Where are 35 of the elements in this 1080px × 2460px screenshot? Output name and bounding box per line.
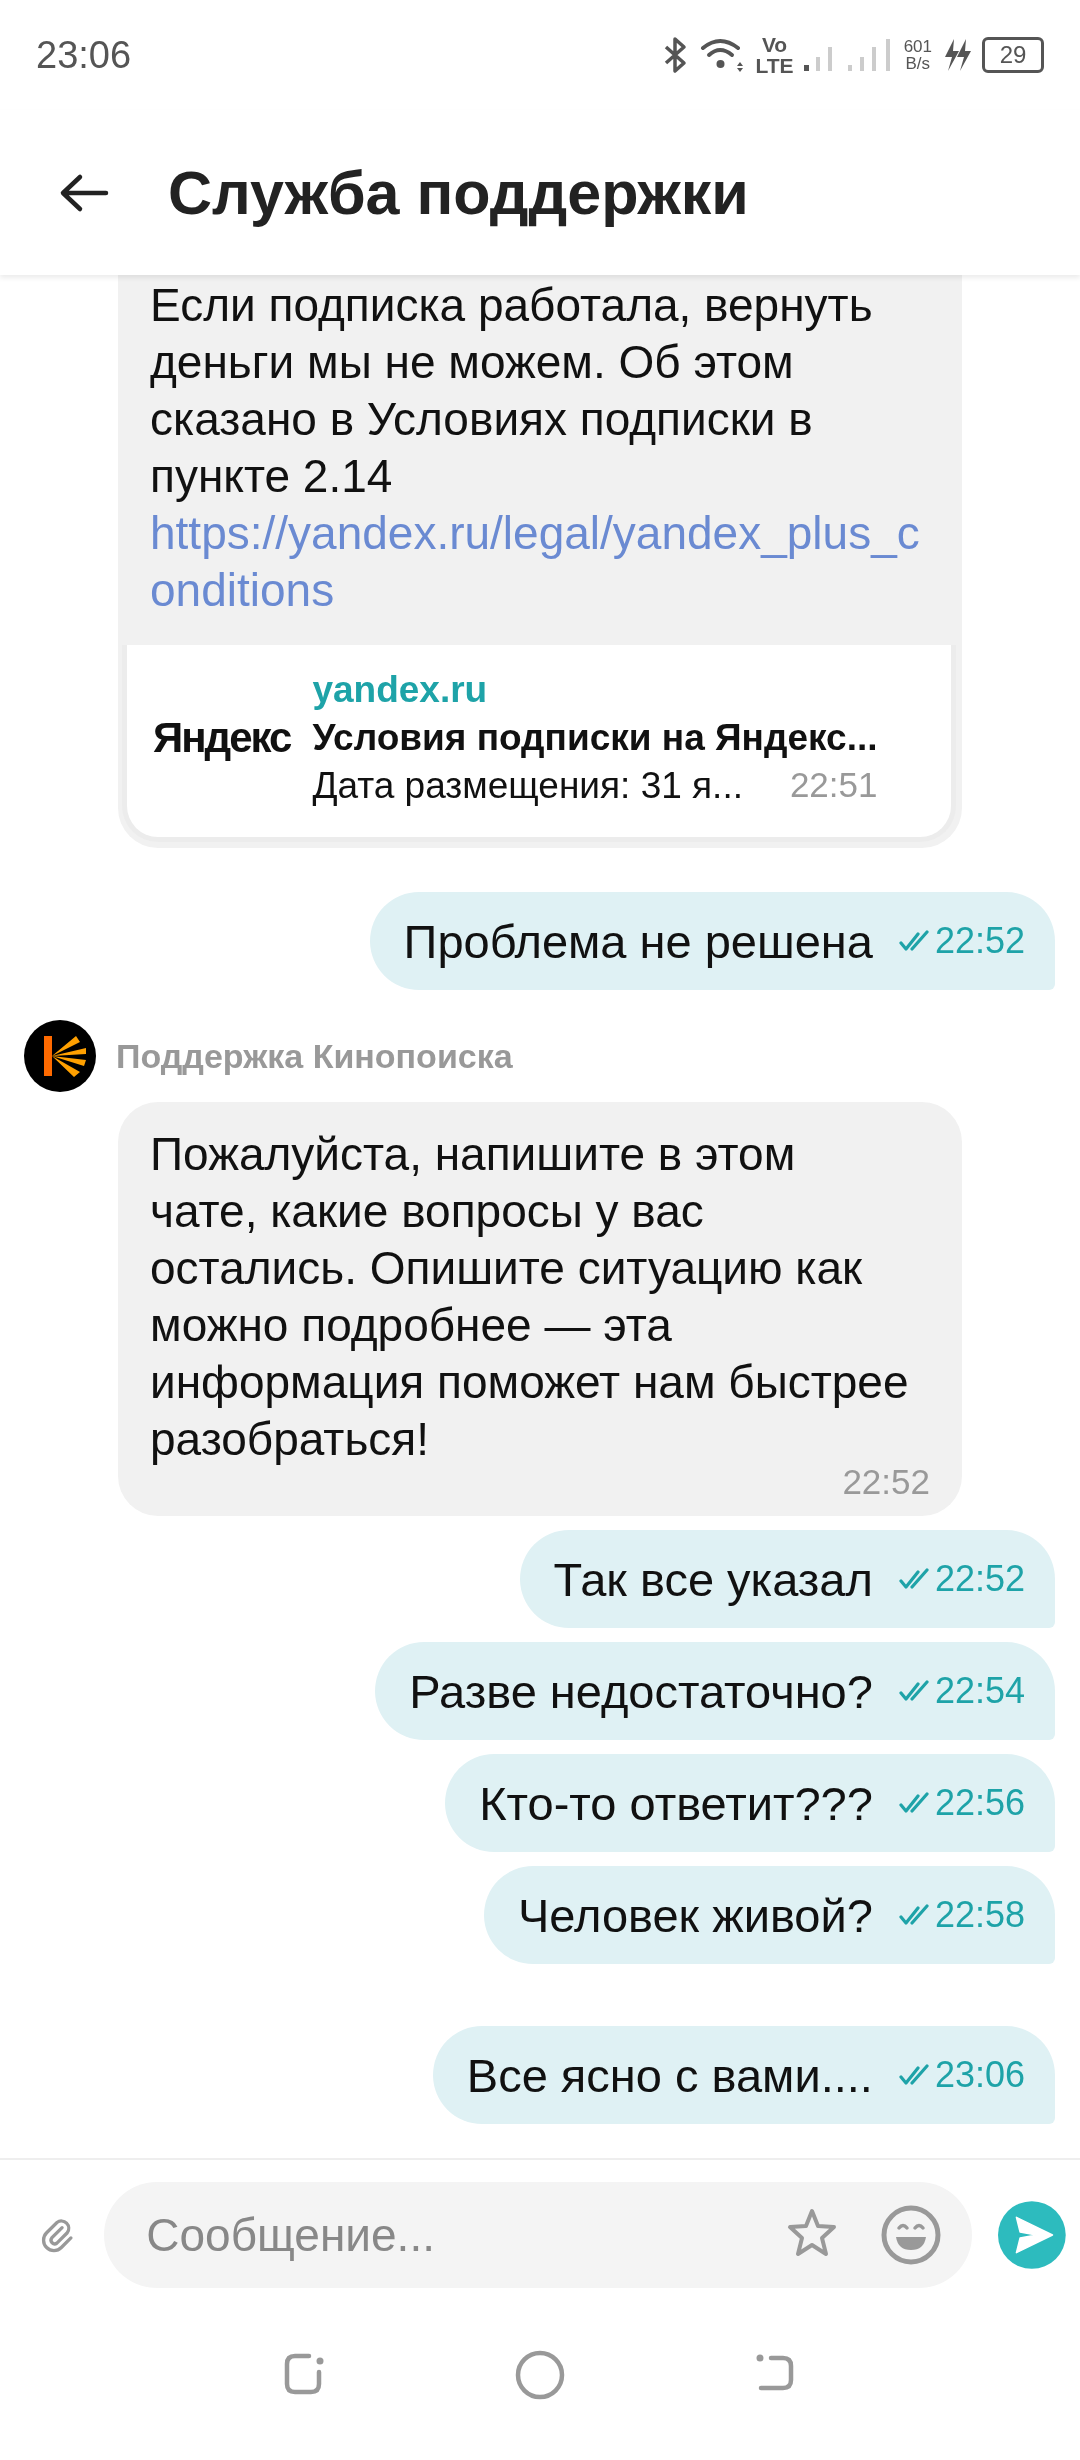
charging-icon: [942, 37, 972, 73]
message-time: 22:58: [934, 1894, 1025, 1936]
message-text: Проблема не решена: [403, 913, 873, 969]
preview-site: yandex.ru: [312, 669, 489, 711]
message-time: 22:54: [934, 1670, 1025, 1712]
home-icon[interactable]: [513, 2348, 567, 2402]
preview-title: Условия подписки на Яндекс...: [312, 717, 878, 759]
message-text: Если подписка работала, вернуть деньги мы не можем. Об этом сказано в Условиях подписки в пункте 2.14: [150, 278, 874, 504]
volte-label: Vo: [761, 34, 788, 55]
message-text: Человек живой?: [518, 1887, 873, 1943]
message-field[interactable]: Сообщение...: [104, 2182, 973, 2288]
chat-title: Служба поддержки: [168, 157, 749, 228]
message-time: 22:52: [934, 1558, 1025, 1600]
message-time: 23:06: [934, 2054, 1025, 2096]
preview-description: Дата размещения: 31 я...: [312, 765, 743, 807]
back-arrow-icon[interactable]: [58, 172, 110, 213]
lte-label: LTE: [755, 55, 794, 76]
message-input-field[interactable]: Сообщение...: [146, 2208, 745, 2262]
speed-unit: B/s: [905, 55, 931, 72]
message-time: 22:51: [789, 765, 878, 806]
message-text: Все ясно с вами....: [466, 2047, 873, 2103]
link-preview-card[interactable]: Яндекс yandex.ru Условия подписки на Яндекс... Дата размещения: 31 я... 22:51: [122, 645, 956, 842]
message-text: Разве недостаточно?: [409, 1663, 873, 1719]
sender-name: Поддержка Кинопоиска: [116, 1036, 513, 1076]
emoji-icon[interactable]: [880, 2204, 943, 2266]
battery-icon: 29: [982, 37, 1044, 73]
message-time: 22:52: [934, 920, 1025, 962]
message-time: 22:56: [934, 1782, 1025, 1824]
wifi-icon: [699, 36, 746, 74]
message-text: Так все указал: [553, 1551, 873, 1607]
status-time: 23:06: [36, 33, 132, 77]
speed-value: 601: [903, 38, 932, 55]
site-logo: Яндекс: [153, 714, 291, 762]
message-text: Кто-то ответит???: [479, 1775, 873, 1831]
avatar-logo-icon: [24, 1020, 96, 1092]
